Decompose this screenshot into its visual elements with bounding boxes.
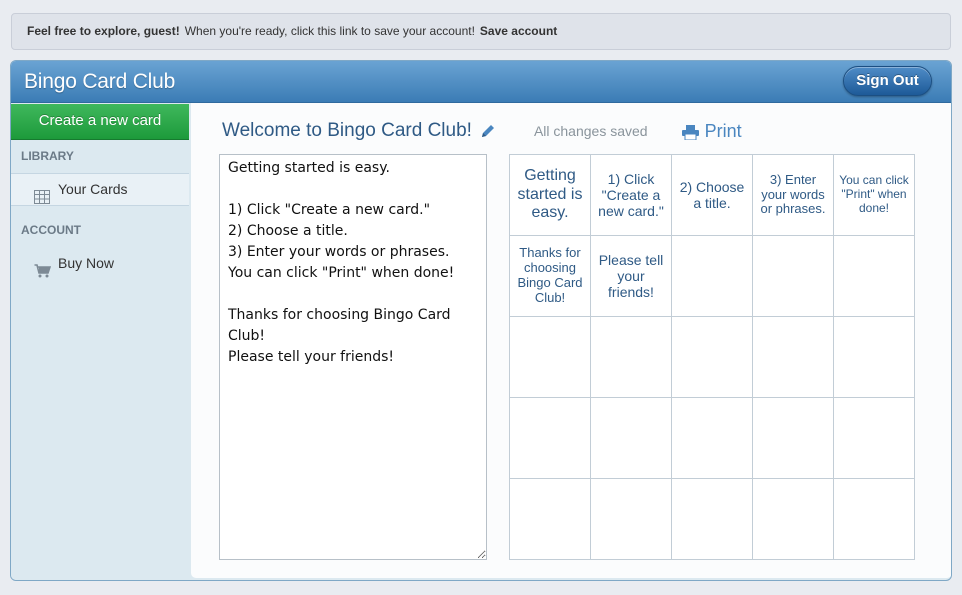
bingo-cell[interactable]: Please tell your friends! <box>590 235 672 317</box>
app-title: Bingo Card Club <box>24 70 176 93</box>
bingo-cell[interactable] <box>671 316 753 398</box>
bingo-cell[interactable]: 3) Enter your words or phrases. <box>752 154 834 236</box>
bingo-row <box>509 397 915 479</box>
print-button[interactable]: Print <box>681 120 742 142</box>
bingo-cell[interactable] <box>671 397 753 479</box>
bingo-cell[interactable] <box>752 316 834 398</box>
bingo-cell[interactable] <box>509 397 591 479</box>
bingo-cell[interactable] <box>671 235 753 317</box>
bingo-cell[interactable] <box>590 397 672 479</box>
bingo-cell[interactable] <box>752 397 834 479</box>
bingo-cell[interactable] <box>509 478 591 560</box>
bingo-cell[interactable] <box>833 316 915 398</box>
app-window: Bingo Card Club Sign Out Create a new ca… <box>10 60 952 581</box>
sidebar-item-label: Buy Now <box>58 255 115 271</box>
bingo-cell[interactable]: Getting started is easy. <box>509 154 591 236</box>
grid-icon <box>34 183 50 204</box>
bingo-card-grid: Getting started is easy. 1) Click "Create… <box>509 154 915 560</box>
guest-notice-bar: Feel free to explore, guest! When you're … <box>11 13 951 50</box>
bingo-cell[interactable]: 1) Click "Create a new card." <box>590 154 672 236</box>
bingo-cell[interactable] <box>671 478 753 560</box>
app-header: Bingo Card Club Sign Out <box>11 61 951 103</box>
editor-toolbar: Welcome to Bingo Card Club! All changes … <box>222 119 742 143</box>
bingo-row <box>509 478 915 560</box>
save-status: All changes saved <box>533 123 648 139</box>
card-words-textarea[interactable]: Getting started is easy. 1) Click "Creat… <box>219 154 487 560</box>
account-section-label: ACCOUNT <box>21 223 81 237</box>
save-account-link[interactable]: Save account <box>480 24 557 38</box>
guest-message: When you're ready, click this link to sa… <box>184 24 475 38</box>
create-new-card-button[interactable]: Create a new card <box>11 104 189 140</box>
shopping-cart-icon <box>34 257 52 277</box>
bingo-cell[interactable] <box>833 478 915 560</box>
sidebar-item-label: Your Cards <box>58 181 128 197</box>
card-title[interactable]: Welcome to Bingo Card Club! <box>222 120 472 142</box>
bingo-cell[interactable]: 2) Choose a title. <box>671 154 753 236</box>
bingo-cell[interactable] <box>590 316 672 398</box>
guest-greeting: Feel free to explore, guest! <box>27 24 180 38</box>
bingo-cell[interactable]: You can click "Print" when done! <box>833 154 915 236</box>
bingo-row: Thanks for choosing Bingo Card Club! Plea… <box>509 235 915 317</box>
printer-icon <box>681 124 699 140</box>
bingo-row <box>509 316 915 398</box>
sidebar-item-your-cards[interactable]: Your Cards <box>11 173 189 206</box>
bingo-cell[interactable] <box>590 478 672 560</box>
bingo-cell[interactable] <box>509 316 591 398</box>
bingo-row: Getting started is easy. 1) Click "Create… <box>509 154 915 236</box>
sidebar-item-buy-now[interactable]: Buy Now <box>11 247 189 280</box>
pencil-icon[interactable] <box>480 123 496 139</box>
sign-out-button[interactable]: Sign Out <box>843 66 932 96</box>
bingo-cell[interactable]: Thanks for choosing Bingo Card Club! <box>509 235 591 317</box>
library-section-label: LIBRARY <box>21 149 74 163</box>
bingo-cell[interactable] <box>752 478 834 560</box>
bingo-cell[interactable] <box>752 235 834 317</box>
card-editor-panel: Welcome to Bingo Card Club! All changes … <box>191 103 951 578</box>
print-label: Print <box>704 120 742 141</box>
sidebar: Create a new card LIBRARY Your Cards ACC… <box>11 103 189 580</box>
bingo-cell[interactable] <box>833 235 915 317</box>
bingo-cell[interactable] <box>833 397 915 479</box>
